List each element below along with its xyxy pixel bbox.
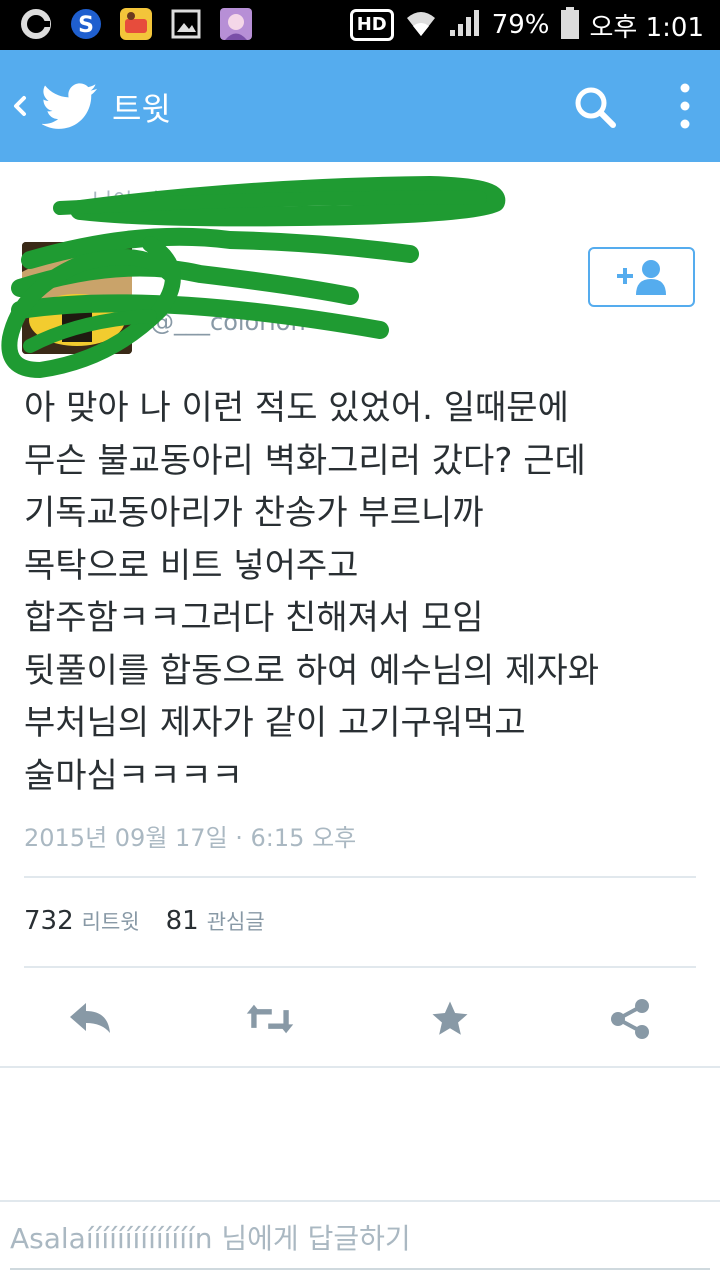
- tweet-text-line: 뒷풀이를 합동으로 하여 예수님의 제자와: [24, 650, 599, 691]
- game-app-icon: [118, 6, 154, 42]
- retweet-icon[interactable]: [245, 994, 295, 1044]
- tweet-text-line: 아 맞아 나 이런 적도 있었어. 일때문에: [24, 388, 569, 428]
- battery-percent: 79%: [491, 10, 550, 40]
- gallery-icon: [168, 6, 204, 42]
- signal-icon: [448, 8, 482, 42]
- reply-bar: [0, 1200, 720, 1280]
- divider: [24, 966, 696, 968]
- more-vert-icon[interactable]: [670, 80, 700, 132]
- battery-icon: [560, 6, 580, 44]
- page-title: 트윗: [112, 90, 171, 128]
- divider: [24, 876, 696, 878]
- divider: [0, 1066, 720, 1068]
- s-logo-icon: S: [68, 6, 104, 42]
- tweet-text-line: 무슨 불교동아리 벽화그리러 갔다? 근데: [24, 440, 586, 481]
- wifi-icon: [404, 8, 438, 42]
- follow-button[interactable]: [588, 247, 695, 307]
- retweet-count[interactable]: 732: [24, 906, 74, 936]
- clock: 오후 1:01: [589, 12, 705, 43]
- tweet-stats: 732 리트윗 81 관심글: [24, 906, 283, 936]
- hd-badge: HD: [349, 9, 394, 41]
- tweet-text: 아 맞아 나 이런 적도 있었어. 일때문에 무슨 불교동아리 벽화그리러 갔다…: [24, 382, 704, 802]
- status-notification-icons: S: [18, 6, 254, 42]
- tweet-text-line: 술마심ㅋㅋㅋㅋ: [24, 755, 243, 796]
- favorite-count[interactable]: 81: [166, 906, 199, 936]
- status-system-icons: HD 79% 오후 1:01: [349, 6, 705, 44]
- status-bar: S HD 79% 오후 1:01: [0, 0, 720, 50]
- twitter-bird-icon[interactable]: [41, 78, 98, 134]
- back-chevron-icon[interactable]: [6, 86, 34, 126]
- reply-icon[interactable]: [65, 994, 115, 1044]
- ring-icon: [18, 6, 54, 42]
- tweet-actions: [0, 990, 720, 1050]
- search-icon[interactable]: [572, 84, 618, 130]
- tweet-text-line: 기독교동아리가 찬송가 부르니까: [24, 493, 484, 533]
- add-user-icon: [616, 260, 666, 295]
- share-icon[interactable]: [605, 994, 655, 1044]
- favorite-count-label[interactable]: 관심글: [207, 906, 265, 936]
- reply-input-underline: [10, 1268, 710, 1270]
- retweeted-by-line: 님이 리트윗함: [92, 190, 221, 215]
- author-avatar[interactable]: [22, 242, 132, 354]
- tweet-timestamp: 2015년 09월 17일 · 6:15 오후: [24, 824, 357, 852]
- tweet-text-line: 목탁으로 비트 넣어주고: [24, 545, 359, 586]
- retweet-count-label[interactable]: 리트윗: [82, 906, 140, 936]
- app-bar: 트윗: [0, 50, 720, 162]
- author-screen-name: @___colorion: [150, 308, 306, 336]
- anime-app-icon: [218, 6, 254, 42]
- tweet-text-line: 합주함ㅋㅋ그러다 친해져서 모임: [24, 598, 484, 638]
- reply-input[interactable]: [10, 1212, 700, 1264]
- svg-text:S: S: [78, 13, 94, 38]
- tweet-text-line: 부처님의 제자가 같이 고기구워먹고: [24, 703, 526, 743]
- favorite-star-icon[interactable]: [425, 994, 475, 1044]
